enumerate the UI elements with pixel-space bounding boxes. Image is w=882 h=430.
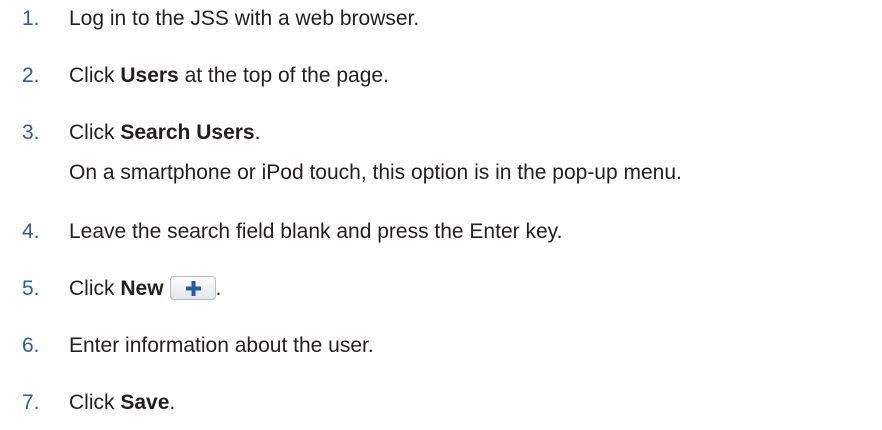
ui-term-new: New [120, 277, 164, 300]
step-text: Enter information about the user. [69, 333, 374, 359]
step-text-post: . [215, 277, 222, 300]
step-text-content: Enter information about the user. [69, 334, 374, 357]
step-number: 4. [22, 220, 40, 243]
step-number: 6. [22, 334, 40, 357]
plus-icon [185, 280, 201, 296]
step-number: 1. [22, 7, 40, 30]
step-text: Click Users at the top of the page. [69, 63, 389, 89]
step-text-pre: Click [69, 64, 121, 87]
new-button-image [169, 275, 216, 300]
step-text: Click Search Users. [69, 120, 260, 146]
step-3-note: On a smartphone or iPod touch, this opti… [69, 161, 682, 184]
step-text: Log in to the JSS with a web browser. [69, 6, 419, 32]
step-text-content: Leave the search field blank and press t… [69, 220, 563, 243]
step-text: Click Save. [69, 390, 175, 416]
instruction-steps: 1. Log in to the JSS with a web browser.… [0, 0, 882, 430]
step-text-post: . [254, 121, 261, 144]
step-text: Leave the search field blank and press t… [69, 219, 562, 245]
step-text-pre: Click [69, 277, 121, 300]
step-text-pre: Click [69, 121, 121, 144]
ui-term-save: Save [120, 391, 170, 414]
step-number: 2. [22, 64, 40, 87]
step-text-pre: Click [69, 391, 121, 414]
step-text: Click New. [69, 275, 222, 302]
step-text-post: . [169, 391, 176, 414]
step-number: 5. [22, 277, 40, 300]
step-number: 3. [22, 121, 40, 144]
ui-term-users: Users [120, 64, 179, 87]
ui-term-search-users: Search Users [120, 121, 255, 144]
step-text-post: at the top of the page. [178, 64, 389, 87]
step-number: 7. [22, 391, 40, 414]
step-text-content: Log in to the JSS with a web browser. [69, 7, 420, 30]
